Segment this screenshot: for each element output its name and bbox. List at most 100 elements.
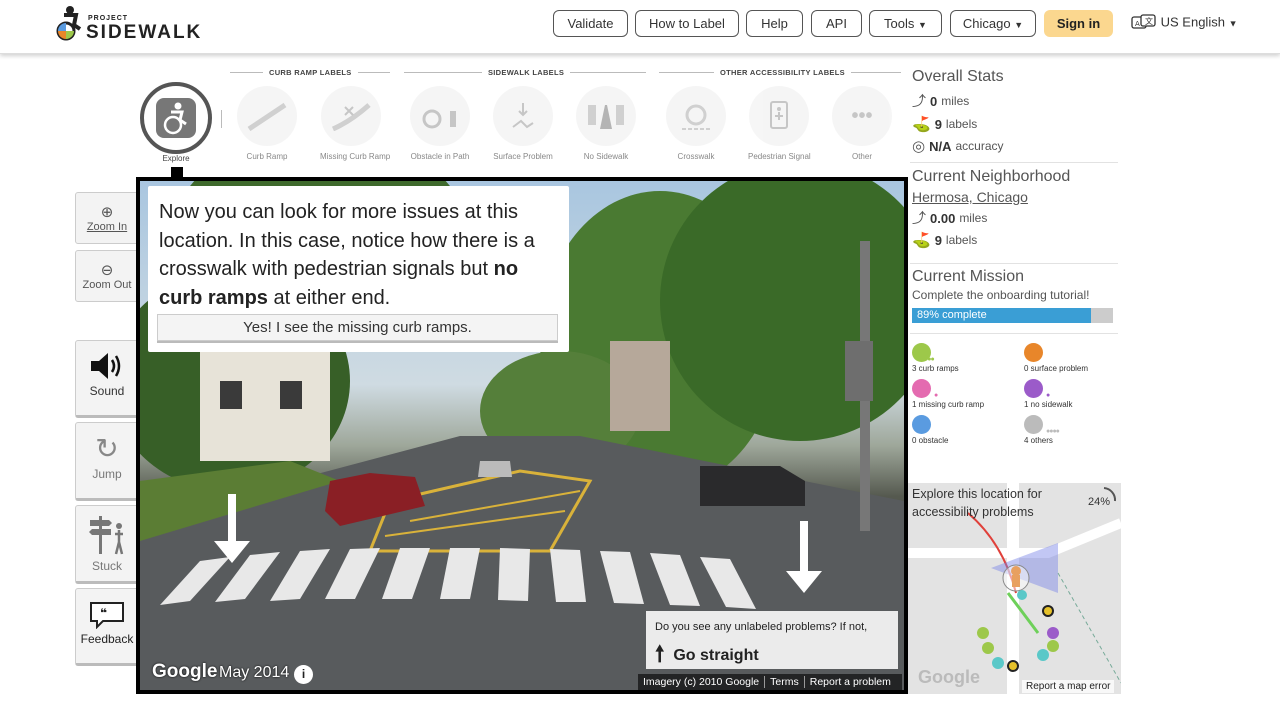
project-sidewalk-logo[interactable]: PROJECT SIDEWALK bbox=[54, 5, 200, 45]
how-to-label-button[interactable]: How to Label bbox=[635, 10, 739, 37]
zoom-in-button[interactable]: ⊕ Zoom In bbox=[75, 192, 139, 244]
curb-ramp-label: Curb Ramp bbox=[246, 152, 288, 161]
explore-mode-button[interactable] bbox=[140, 82, 212, 154]
wheelchair-logo-icon bbox=[56, 6, 82, 41]
missing-curb-ramp-count-icon: ● bbox=[912, 379, 938, 399]
overall-stats-panel: Overall Stats ⤴ 0 miles ⛳ 9 labels ◎ N/A accur… bbox=[912, 68, 1120, 155]
feedback-button[interactable]: ❝ Feedback bbox=[75, 588, 139, 666]
imagery-footer: Imagery (c) 2010 Google Terms Report a p… bbox=[638, 674, 902, 690]
neighborhood-panel: Current Neighborhood Hermosa, Chicago ⤴ 0… bbox=[912, 168, 1120, 249]
neighborhood-miles-unit: miles bbox=[959, 211, 988, 225]
zoom-out-icon: ⊖ bbox=[100, 262, 114, 279]
crosswalk-button[interactable]: Crosswalk bbox=[665, 86, 727, 161]
count-surface-problem: 0 surface problem bbox=[1024, 343, 1088, 373]
accuracy-unit: accuracy bbox=[955, 139, 1004, 153]
report-map-error-link[interactable]: Report a map error bbox=[1022, 680, 1115, 693]
curb-ramp-icon bbox=[237, 86, 297, 146]
imagery-date: May 2014 bbox=[219, 664, 290, 681]
label-pin-icon: ⛳ bbox=[912, 232, 931, 249]
obstacle-count-text: 0 obstacle bbox=[912, 436, 949, 445]
report-problem-link[interactable]: Report a problem bbox=[805, 676, 896, 688]
zoom-in-label: Zoom In bbox=[86, 221, 128, 233]
count-others: ●●●● 4 others bbox=[1024, 415, 1060, 445]
neighborhood-miles: ⤴ 0.00 miles bbox=[912, 208, 1120, 228]
no-sidewalk-count-text: 1 no sidewalk bbox=[1024, 400, 1073, 409]
sound-button[interactable]: Sound bbox=[75, 340, 139, 418]
tools-dropdown[interactable]: Tools ▼ bbox=[869, 10, 942, 37]
unlabeled-problems-question: Do you see any unlabeled problems? If no… bbox=[655, 621, 868, 633]
pedestrian-signal-icon bbox=[749, 86, 809, 146]
zoom-out-button[interactable]: ⊖ Zoom Out bbox=[75, 250, 139, 302]
svg-text:文: 文 bbox=[1145, 16, 1153, 26]
minimap[interactable]: Explore this location for accessibility … bbox=[908, 483, 1121, 694]
feedback-label: Feedback bbox=[80, 632, 134, 646]
neighborhood-link[interactable]: Hermosa, Chicago bbox=[912, 189, 1120, 205]
obstacle-icon bbox=[410, 86, 470, 146]
pedestrian-signal-button[interactable]: Pedestrian Signal bbox=[748, 86, 811, 161]
wheelchair-icon bbox=[156, 98, 196, 138]
distance-icon: ⤴ bbox=[912, 210, 926, 226]
translate-icon: 文 A bbox=[1131, 14, 1156, 29]
overall-stats-title: Overall Stats bbox=[912, 68, 1004, 85]
speaker-icon bbox=[91, 353, 121, 379]
refresh-icon: ↻ bbox=[95, 433, 119, 464]
surface-problem-button[interactable]: Surface Problem bbox=[492, 86, 554, 161]
accuracy-value: N/A bbox=[929, 138, 952, 154]
sign-in-button[interactable]: Sign in bbox=[1044, 10, 1113, 37]
count-curb-ramps: ●●● 3 curb ramps bbox=[912, 343, 959, 373]
surface-problem-label: Surface Problem bbox=[493, 152, 553, 161]
explore-label: Explore bbox=[162, 154, 190, 163]
no-sidewalk-button[interactable]: No Sidewalk bbox=[575, 86, 637, 161]
jump-button[interactable]: ↻ Jump bbox=[75, 422, 139, 501]
svg-text:❝: ❝ bbox=[100, 606, 107, 620]
tip-text: Now you can look for more issues at this… bbox=[159, 198, 558, 312]
confirm-missing-curb-ramps-button[interactable]: Yes! I see the missing curb ramps. bbox=[157, 314, 558, 341]
stuck-button[interactable]: Stuck bbox=[75, 505, 139, 584]
jump-label: Jump bbox=[92, 467, 122, 481]
help-button[interactable]: Help bbox=[746, 10, 803, 37]
missing-curb-ramp-count-text: 1 missing curb ramp bbox=[912, 400, 985, 409]
sidewalk-labels-title: SIDEWALK LABELS bbox=[488, 68, 565, 77]
crosswalk-icon bbox=[666, 86, 726, 146]
speech-bubble-icon: ❝ bbox=[90, 602, 124, 630]
go-straight-button[interactable]: 🠕 Go straight bbox=[655, 637, 889, 675]
overall-miles: ⤴ 0 miles bbox=[912, 91, 1120, 111]
minimap-google-logo: Google bbox=[918, 667, 980, 687]
svg-text:A: A bbox=[1135, 20, 1140, 28]
count-obstacle: 0 obstacle bbox=[912, 415, 948, 445]
tools-dropdown-label: Tools bbox=[884, 16, 915, 31]
curb-ramp-button[interactable]: Curb Ramp bbox=[236, 86, 298, 161]
zoom-out-label: Zoom Out bbox=[82, 279, 132, 291]
terms-link[interactable]: Terms bbox=[765, 676, 805, 688]
mission-description: Complete the onboarding tutorial! bbox=[912, 288, 1090, 302]
language-dropdown[interactable]: 文 A US English ▼ bbox=[1131, 14, 1237, 32]
go-straight-panel[interactable]: Do you see any unlabeled problems? If no… bbox=[646, 611, 898, 669]
no-sidewalk-label: No Sidewalk bbox=[583, 152, 629, 161]
other-labels-title: OTHER ACCESSIBILITY LABELS bbox=[720, 68, 845, 77]
stats-divider bbox=[910, 162, 1118, 163]
neighborhood-title: Current Neighborhood bbox=[912, 168, 1071, 185]
other-label: Other bbox=[851, 152, 872, 161]
curb-ramp-labels-title: CURB RAMP LABELS bbox=[269, 68, 352, 77]
other-labels-header: OTHER ACCESSIBILITY LABELS bbox=[659, 68, 901, 77]
imagery-copyright: Imagery (c) 2010 Google bbox=[638, 676, 766, 688]
crosswalk-label: Crosswalk bbox=[677, 152, 715, 161]
other-button[interactable]: ••• Other bbox=[831, 86, 893, 161]
overall-labels-value: 9 bbox=[934, 116, 942, 132]
api-button[interactable]: API bbox=[811, 10, 862, 37]
no-sidewalk-count-icon: ● bbox=[1024, 379, 1050, 399]
zoom-in-icon: ⊕ bbox=[100, 204, 114, 221]
info-icon[interactable]: i bbox=[294, 665, 313, 684]
city-dropdown[interactable]: Chicago ▼ bbox=[950, 10, 1036, 37]
obstacle-button[interactable]: Obstacle in Path bbox=[409, 86, 471, 161]
neighborhood-divider bbox=[910, 263, 1118, 264]
count-missing-curb-ramp: ● 1 missing curb ramp bbox=[912, 379, 984, 409]
logo-sidewalk-text: SIDEWALK bbox=[86, 22, 203, 43]
validate-button[interactable]: Validate bbox=[553, 10, 628, 37]
missing-curb-ramp-button[interactable]: Missing Curb Ramp bbox=[320, 86, 390, 161]
curb-ramp-labels-header: CURB RAMP LABELS bbox=[230, 68, 390, 77]
surface-problem-count-text: 0 surface problem bbox=[1024, 364, 1089, 373]
missing-curb-ramp-icon bbox=[321, 86, 381, 146]
other-count-icon: ●●●● bbox=[1024, 415, 1060, 435]
neighborhood-labels-unit: labels bbox=[945, 233, 978, 247]
